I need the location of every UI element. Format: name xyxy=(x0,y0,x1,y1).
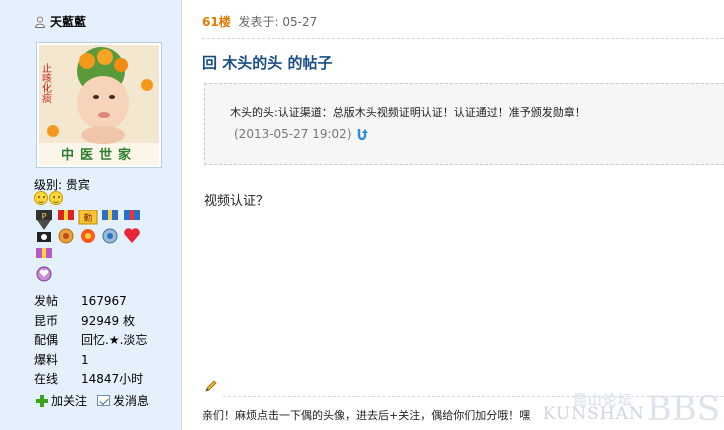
message-icon xyxy=(97,395,111,406)
avatar[interactable]: 止咳化痰 中医世家 xyxy=(36,42,162,168)
stat-row-spouse: 配偶 回忆.★.淡忘 xyxy=(34,331,147,351)
stat-value: 14847小时 xyxy=(81,372,144,386)
user-icon xyxy=(34,16,46,28)
forum-watermark: 昆山论坛 KUNSHAN BBS xyxy=(543,389,720,429)
quote-time-row: (2013-05-27 19:02) xyxy=(234,127,370,141)
medal-icon[interactable] xyxy=(100,210,120,246)
smiley-icon xyxy=(34,191,48,205)
post-meta: 61楼 发表于: 05-27 xyxy=(202,13,317,30)
post-title: 回 木头的头 的帖子 xyxy=(202,54,333,72)
divider xyxy=(202,38,724,39)
medal-icon[interactable] xyxy=(34,248,54,284)
user-sidebar: 天藍藍 止咳化痰 中医世家 级别: 贵宾 P 勤 发帖 167967 昆币 92… xyxy=(0,0,182,430)
message-label[interactable]: 发消息 xyxy=(113,392,149,409)
svg-text:P: P xyxy=(42,212,47,221)
medal-icon[interactable]: 勤 xyxy=(78,210,98,246)
level-value: 贵宾 xyxy=(65,178,90,192)
follow-label[interactable]: 加关注 xyxy=(51,392,87,409)
quote-text: 木头的头:认证渠道：总版木头视频证明认证！认证通过！准予颁发勋章！ xyxy=(230,106,586,119)
post-content: 视频认证？ xyxy=(204,194,270,209)
user-name-row[interactable]: 天藍藍 xyxy=(34,13,86,30)
stat-key: 在线 xyxy=(34,372,59,386)
medal-icon[interactable] xyxy=(56,210,76,246)
avatar-image: 止咳化痰 中医世家 xyxy=(39,45,159,165)
pencil-icon xyxy=(205,380,217,392)
stat-row-posts: 发帖 167967 xyxy=(34,292,147,312)
quote-block: 木头的头:认证渠道：总版木头视频证明认证！认证通过！准予颁发勋章！ (2013-… xyxy=(204,83,724,165)
quote-time: (2013-05-27 19:02) xyxy=(234,127,352,141)
watermark-cn: 昆山论坛 xyxy=(572,393,633,409)
stat-key: 发帖 xyxy=(34,294,59,308)
plus-icon xyxy=(36,394,48,407)
follow-button[interactable]: 加关注 xyxy=(36,392,87,409)
stat-value: 167967 xyxy=(81,294,127,308)
jump-to-post-icon[interactable] xyxy=(356,127,370,141)
svg-text:勤: 勤 xyxy=(83,212,92,224)
user-stats: 发帖 167967 昆币 92949 枚 配偶 回忆.★.淡忘 爆料 1 在线 … xyxy=(34,292,147,390)
stat-row-coins: 昆币 92949 枚 xyxy=(34,312,147,332)
level-smileys xyxy=(34,191,63,205)
floor-number[interactable]: 61楼 xyxy=(202,15,231,29)
avatar-caption: 中医世家 xyxy=(61,147,137,163)
username[interactable]: 天藍藍 xyxy=(50,13,86,30)
send-message-button[interactable]: 发消息 xyxy=(97,392,149,409)
avatar-side-text: 止咳化痰 xyxy=(40,63,52,104)
stat-key: 配偶 xyxy=(34,333,59,347)
medal-icon[interactable]: P xyxy=(34,210,54,246)
posted-date: 发表于: 05-27 xyxy=(238,15,318,29)
stat-key: 昆币 xyxy=(34,313,59,328)
watermark-bbs: BBS xyxy=(646,389,720,429)
signature-text: 亲们！麻烦点击一下偶的头像，进去后+关注，偶给你们加分哦！嘿 xyxy=(202,409,531,422)
stat-value: 1 xyxy=(81,352,89,367)
level-label: 级别: xyxy=(34,178,63,192)
stat-key: 爆料 xyxy=(34,352,59,367)
medal-list: P 勤 xyxy=(34,210,154,284)
medal-icon[interactable] xyxy=(122,210,142,246)
smiley-icon xyxy=(49,191,63,205)
stat-row-online: 在线 14847小时 xyxy=(34,370,147,390)
user-actions: 加关注 发消息 xyxy=(36,392,149,409)
stat-value: 92949 枚 xyxy=(81,313,135,328)
stat-row-reports: 爆料 1 xyxy=(34,351,147,371)
post-body: 61楼 发表于: 05-27 回 木头的头 的帖子 木头的头:认证渠道：总版木头… xyxy=(183,0,724,430)
stat-value[interactable]: 回忆.★.淡忘 xyxy=(81,331,147,351)
